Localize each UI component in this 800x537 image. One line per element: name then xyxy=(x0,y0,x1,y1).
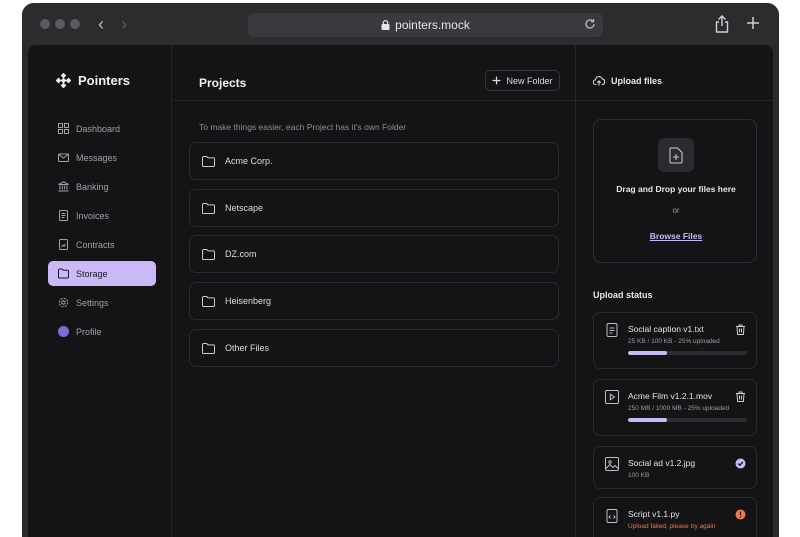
folder-row[interactable]: Heisenberg xyxy=(189,282,559,320)
upload-item: Social caption v1.txt 25 KB / 100 KB - 2… xyxy=(593,312,757,369)
sidebar-item-label: Contracts xyxy=(76,239,115,250)
browse-files-link[interactable]: Browse Files xyxy=(594,231,758,241)
brand[interactable]: Pointers xyxy=(56,73,130,88)
sidebar-item-label: Profile xyxy=(76,326,102,337)
plus-icon xyxy=(492,76,501,85)
file-meta: 100 KB xyxy=(628,472,650,479)
lock-icon xyxy=(381,20,390,30)
app-window: Pointers Dashboard Messages Banking Invo… xyxy=(28,45,773,537)
logo-icon xyxy=(56,73,71,88)
sidebar-item-profile[interactable]: Profile xyxy=(48,319,156,344)
folder-icon xyxy=(202,295,215,307)
new-tab-icon[interactable] xyxy=(746,16,760,30)
projects-hint: To make things easier, each Project has … xyxy=(199,122,407,132)
text-file-icon xyxy=(606,323,618,337)
trash-icon[interactable] xyxy=(735,324,746,335)
brand-name: Pointers xyxy=(78,73,131,88)
address-bar[interactable]: pointers.mock xyxy=(248,13,603,37)
folder-name: Acme Corp. xyxy=(225,156,273,166)
projects-header: Projects New Folder xyxy=(173,45,576,101)
contract-icon xyxy=(59,239,68,250)
upload-title: Upload files xyxy=(593,76,662,86)
upload-title-text: Upload files xyxy=(611,76,663,86)
upload-status-title: Upload status xyxy=(593,290,653,300)
folder-name: Heisenberg xyxy=(225,296,272,306)
folder-row[interactable]: Netscape xyxy=(189,189,559,227)
browser-window: ‹ › pointers.mock Pointers Dashboard Mes… xyxy=(22,3,779,537)
code-file-icon xyxy=(606,509,618,523)
folder-name: Netscape xyxy=(225,203,264,213)
new-folder-label: New Folder xyxy=(506,75,553,86)
upload-item: Social ad v1.2.jpg 100 KB xyxy=(593,446,757,489)
upload-panel: Upload files Drag and Drop your files he… xyxy=(577,45,773,537)
upload-progress-bar xyxy=(628,351,747,355)
folder-row[interactable]: Other Files xyxy=(189,329,559,367)
upload-item: Script v1.1.py Upload failed, please try… xyxy=(593,497,757,537)
folder-icon xyxy=(202,342,215,354)
video-file-icon xyxy=(605,390,619,404)
file-name: Social caption v1.txt xyxy=(628,324,704,334)
folder-row[interactable]: DZ.com xyxy=(189,235,559,273)
check-circle-icon xyxy=(735,458,746,469)
gear-icon xyxy=(58,297,69,308)
error-icon xyxy=(735,509,746,520)
browser-toolbar: ‹ › pointers.mock xyxy=(22,3,779,45)
drop-zone[interactable]: Drag and Drop your files here or Browse … xyxy=(593,119,757,263)
sidebar-item-label: Settings xyxy=(76,297,109,308)
sidebar-item-messages[interactable]: Messages xyxy=(48,145,156,170)
sidebar-item-contracts[interactable]: Contracts xyxy=(48,232,156,257)
share-icon[interactable] xyxy=(714,15,730,33)
folder-icon xyxy=(202,202,215,214)
url-text: pointers.mock xyxy=(395,18,470,32)
page-title: Projects xyxy=(199,76,247,90)
trash-icon[interactable] xyxy=(735,391,746,402)
sidebar-item-label: Invoices xyxy=(76,210,110,221)
sidebar: Pointers Dashboard Messages Banking Invo… xyxy=(28,45,172,537)
upload-progress-fill xyxy=(628,418,668,422)
forward-icon[interactable]: › xyxy=(121,14,127,35)
sidebar-item-banking[interactable]: Banking xyxy=(48,174,156,199)
reload-icon[interactable] xyxy=(583,17,597,31)
sidebar-item-label: Messages xyxy=(76,152,118,163)
folder-row[interactable]: Acme Corp. xyxy=(189,142,559,180)
window-minimize-dot[interactable] xyxy=(55,19,65,29)
image-file-icon xyxy=(605,457,619,471)
avatar xyxy=(58,326,69,337)
folder-icon xyxy=(202,155,215,167)
dashboard-icon xyxy=(58,123,69,134)
folder-icon xyxy=(202,248,215,260)
window-close-dot[interactable] xyxy=(40,19,50,29)
file-add-icon xyxy=(658,138,694,172)
folder-name: DZ.com xyxy=(225,249,257,259)
window-zoom-dot[interactable] xyxy=(70,19,80,29)
back-icon[interactable]: ‹ xyxy=(98,14,104,35)
upload-header: Upload files xyxy=(577,45,773,101)
folder-icon xyxy=(58,268,69,279)
sidebar-item-label: Banking xyxy=(76,181,109,192)
file-name: Social ad v1.2.jpg xyxy=(628,458,696,468)
projects-panel: Projects New Folder To make things easie… xyxy=(173,45,576,537)
invoice-icon xyxy=(59,210,68,221)
upload-progress-fill xyxy=(628,351,668,355)
sidebar-item-label: Storage xyxy=(76,268,108,279)
bank-icon xyxy=(58,181,69,192)
new-folder-button[interactable]: New Folder xyxy=(485,70,560,91)
drop-zone-title: Drag and Drop your files here xyxy=(616,184,736,194)
sidebar-item-settings[interactable]: Settings xyxy=(48,290,156,315)
upload-progress-bar xyxy=(628,418,747,422)
mail-icon xyxy=(58,153,69,162)
sidebar-item-label: Dashboard xyxy=(76,123,121,134)
file-name: Script v1.1.py xyxy=(628,509,680,519)
file-meta: 250 MB / 1000 MB - 25% uploaded xyxy=(628,405,730,412)
sidebar-item-storage[interactable]: Storage xyxy=(48,261,156,286)
file-name: Acme Film v1.2.1.mov xyxy=(628,391,713,401)
file-meta: 25 KB / 100 KB - 25% uploaded xyxy=(628,338,720,345)
sidebar-item-dashboard[interactable]: Dashboard xyxy=(48,116,156,141)
upload-item: Acme Film v1.2.1.mov 250 MB / 1000 MB - … xyxy=(593,379,757,436)
file-error-message: Upload failed, please try again xyxy=(628,523,716,530)
drop-zone-or: or xyxy=(672,206,680,215)
folder-name: Other Files xyxy=(225,343,270,353)
cloud-upload-icon xyxy=(593,76,605,86)
sidebar-item-invoices[interactable]: Invoices xyxy=(48,203,156,228)
